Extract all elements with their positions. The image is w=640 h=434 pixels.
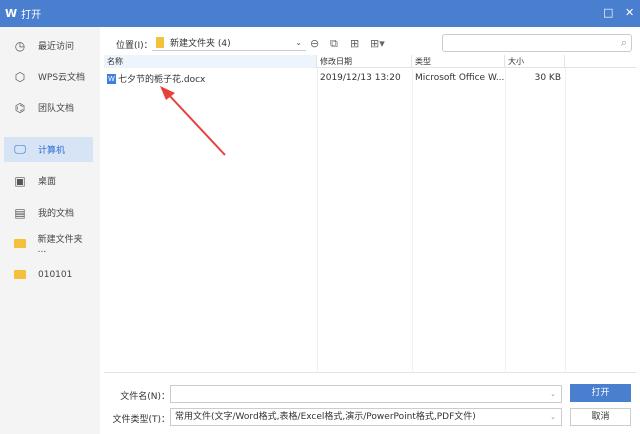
open-button[interactable]: 打开 [570,384,631,402]
chevron-down-icon[interactable]: ⌄ [550,386,556,402]
red-arrow-annotation [160,86,226,156]
filename-label: 文件名(N)： [120,392,170,402]
filename-input[interactable]: ⌄ [170,385,562,403]
chevron-down-icon[interactable]: ⌄ [550,409,556,425]
filetype-select[interactable]: 常用文件(文字/Word格式,表格/Excel格式,演示/PowerPoint格… [170,408,562,426]
filetype-label: 文件类型(T)： [112,415,170,425]
cancel-button[interactable]: 取消 [570,408,631,426]
filetype-value: 常用文件(文字/Word格式,表格/Excel格式,演示/PowerPoint格… [175,412,476,422]
